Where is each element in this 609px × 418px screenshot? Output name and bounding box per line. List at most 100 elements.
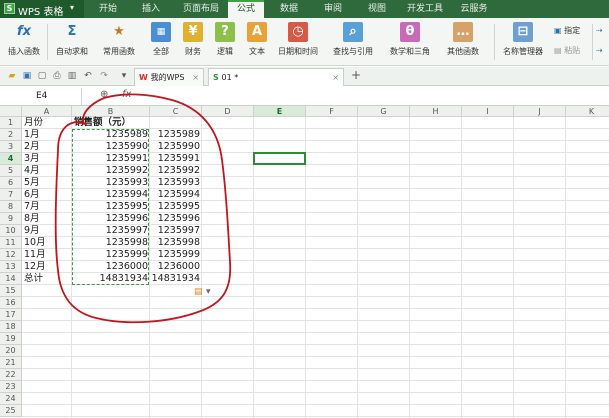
table-cell[interactable]: 销售额（元） [73,117,163,129]
table-cell[interactable]: 1235990 [151,141,200,153]
row-header-10[interactable]: 10 [0,225,22,237]
table-cell[interactable]: 1235996 [151,213,200,225]
table-cell[interactable]: 1235999 [151,249,200,261]
chevron-down-icon[interactable]: ▾ [206,287,216,297]
row-header-1[interactable]: 1 [0,117,22,129]
column-header-j[interactable]: J [514,106,566,117]
tab-review[interactable]: 审阅 [316,0,350,18]
trace-dependents-icon[interactable]: ⇢ [596,44,603,58]
print-preview-icon[interactable]: ▥ [66,70,78,82]
table-cell[interactable]: 5月 [23,177,70,189]
table-cell[interactable]: 9月 [23,225,70,237]
new-doc-icon[interactable]: ▢ [36,70,48,82]
formula-input[interactable] [140,88,608,105]
other-functions-button[interactable]: … 其他函数 [442,20,484,64]
row-header-14[interactable]: 14 [0,273,22,285]
column-header-e[interactable]: E [254,106,306,117]
tab-cloud[interactable]: 云服务 [454,0,494,18]
row-header-8[interactable]: 8 [0,201,22,213]
tab-document-01[interactable]: S 01 * × [208,68,344,86]
table-cell[interactable]: 1235995 [151,201,200,213]
table-cell[interactable]: 14831934 [151,273,200,285]
row-header-12[interactable]: 12 [0,249,22,261]
name-box[interactable]: E4 [0,88,82,105]
common-functions-button[interactable]: ★ 常用函数 [96,20,142,64]
table-cell[interactable]: 1月 [23,129,70,141]
tab-view[interactable]: 视图 [360,0,394,18]
name-manager-button[interactable]: ⊟ 名称管理器 [498,20,548,64]
autosum-button[interactable]: Σ 自动求和 [50,20,94,64]
finance-button[interactable]: ¥ 财务 [178,20,208,64]
row-header-24[interactable]: 24 [0,393,22,405]
table-cell[interactable]: 1235998 [151,237,200,249]
table-cell[interactable]: 1235994 [151,189,200,201]
row-header-5[interactable]: 5 [0,165,22,177]
table-cell[interactable]: 1235991 [151,153,200,165]
table-cell[interactable]: 总计 [23,273,70,285]
close-icon[interactable]: × [192,69,199,86]
tab-page-layout[interactable]: 页面布局 [176,0,226,18]
redo-icon[interactable]: ↷ [98,70,110,82]
close-icon[interactable]: × [332,69,339,86]
tab-insert[interactable]: 插入 [134,0,168,18]
open-folder-icon[interactable]: ▰ [6,70,18,82]
tab-my-wps[interactable]: W 我的WPS × [134,68,204,86]
table-cell[interactable]: 月份 [23,117,70,129]
table-cell[interactable]: 8月 [23,213,70,225]
table-cell[interactable]: 3月 [23,153,70,165]
all-functions-button[interactable]: ▦ 全部 [146,20,176,64]
row-header-19[interactable]: 19 [0,333,22,345]
column-header-g[interactable]: G [358,106,410,117]
row-header-22[interactable]: 22 [0,369,22,381]
active-cell-e4[interactable] [253,152,306,165]
customize-dropdown-icon[interactable]: ▾ [118,70,130,82]
row-header-20[interactable]: 20 [0,345,22,357]
table-cell[interactable]: 4月 [23,165,70,177]
lookup-button[interactable]: ⌕ 查找与引用 [328,20,378,64]
row-header-9[interactable]: 9 [0,213,22,225]
column-header-f[interactable]: F [306,106,358,117]
row-header-6[interactable]: 6 [0,177,22,189]
row-header-23[interactable]: 23 [0,381,22,393]
column-header-k[interactable]: K [566,106,609,117]
table-cell[interactable]: 10月 [23,237,70,249]
select-all-corner[interactable] [0,106,22,117]
logic-button[interactable]: ? 逻辑 [210,20,240,64]
table-cell[interactable]: 12月 [23,261,70,273]
table-cell[interactable]: 1236000 [151,261,200,273]
fx-label[interactable]: fx [122,89,131,100]
undo-icon[interactable]: ↶ [82,70,94,82]
define-button[interactable]: ▣ 指定 [554,24,580,38]
tab-home[interactable]: 开始 [90,0,126,18]
trace-icon[interactable]: ⇢ [596,24,603,38]
paste-name-button[interactable]: ▤ 粘贴 [554,44,580,58]
table-cell[interactable]: 1235993 [151,177,200,189]
table-cell[interactable]: 1235997 [151,225,200,237]
row-header-3[interactable]: 3 [0,141,22,153]
row-header-18[interactable]: 18 [0,321,22,333]
print-icon[interactable]: ⎙ [51,70,63,82]
app-menu-button[interactable]: S WPS 表格 ▾ [0,0,84,18]
table-cell[interactable]: 1235989 [151,129,200,141]
column-header-d[interactable]: D [202,106,254,117]
row-header-2[interactable]: 2 [0,129,22,141]
column-header-a[interactable]: A [22,106,72,117]
table-cell[interactable]: 6月 [23,189,70,201]
save-icon[interactable]: ▣ [21,70,33,82]
zoom-icon[interactable]: ⊕ [100,89,108,100]
row-header-4[interactable]: 4 [0,153,22,165]
tab-data[interactable]: 数据 [272,0,306,18]
text-functions-button[interactable]: A 文本 [242,20,272,64]
column-header-i[interactable]: I [462,106,514,117]
row-header-11[interactable]: 11 [0,237,22,249]
row-header-17[interactable]: 17 [0,309,22,321]
column-header-b[interactable]: B [72,106,150,117]
table-cell[interactable]: 11月 [23,249,70,261]
row-header-21[interactable]: 21 [0,357,22,369]
row-header-13[interactable]: 13 [0,261,22,273]
spreadsheet-grid[interactable]: A B C D E F G H I J K 1 2 3 4 5 6 7 8 9 10 11 12 13 14 15 16 17 18 19… [0,106,609,418]
row-header-16[interactable]: 16 [0,297,22,309]
row-header-15[interactable]: 15 [0,285,22,297]
paste-options-icon[interactable]: ▤ [194,287,204,297]
table-cell[interactable]: 7月 [23,201,70,213]
